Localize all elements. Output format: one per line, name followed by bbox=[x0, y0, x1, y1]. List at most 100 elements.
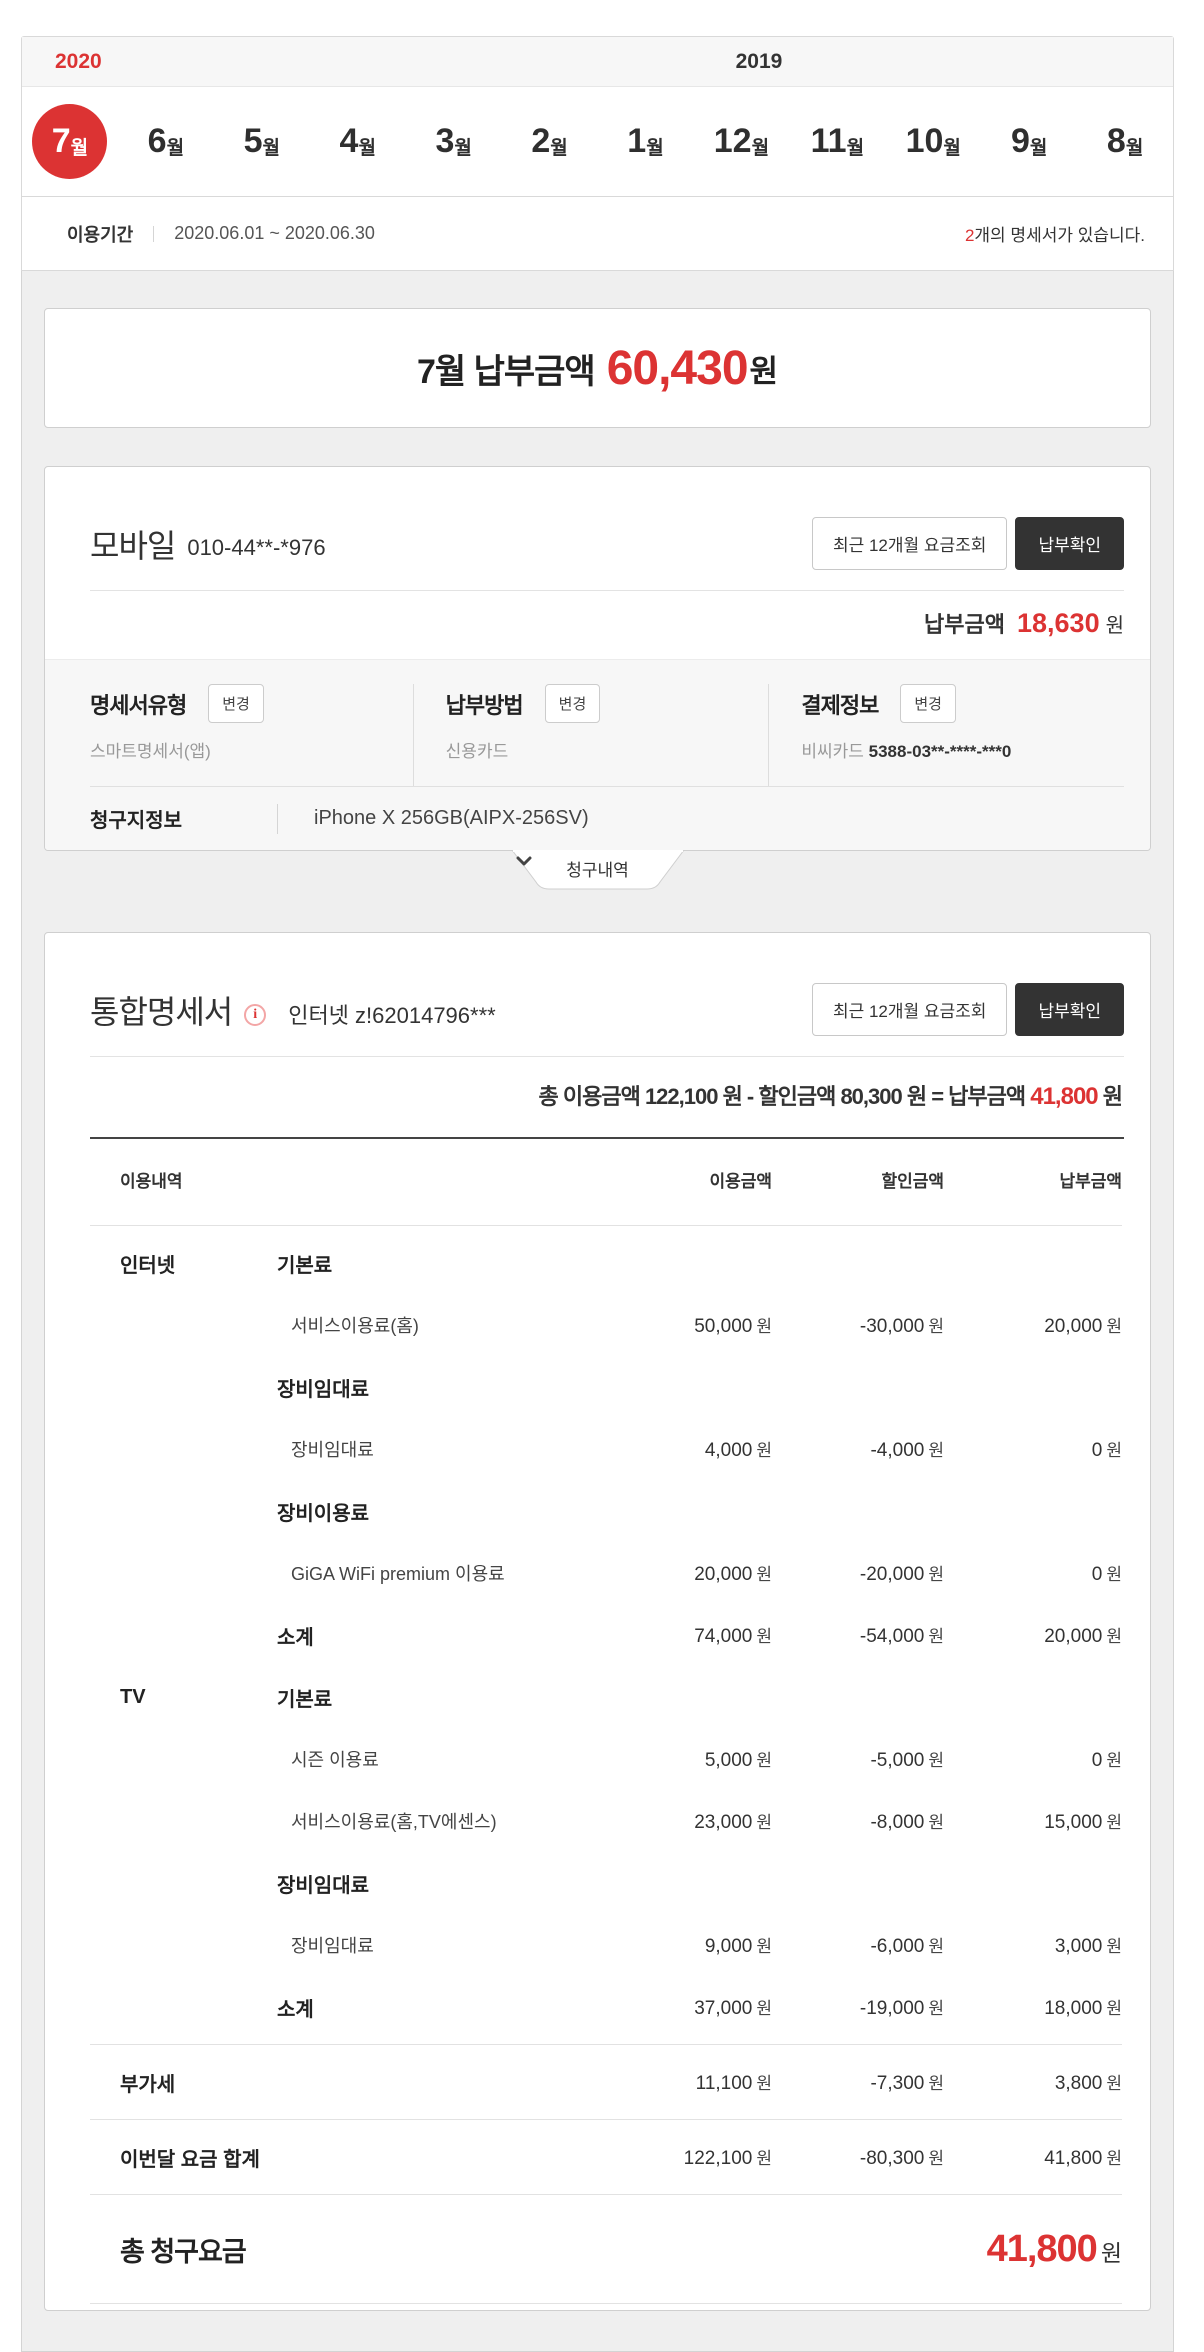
amount-number: 3,800 bbox=[1055, 2073, 1103, 2094]
month-tab-12[interactable]: 12월 bbox=[693, 122, 789, 161]
discount-amount: -6,000원 bbox=[772, 1932, 944, 1958]
selected-month-circle: 7월 bbox=[32, 104, 107, 179]
row-sub-label: 장비임대료 bbox=[277, 1869, 602, 1898]
month-tab-10[interactable]: 10월 bbox=[885, 122, 981, 161]
billing-detail-tab-label: 청구내역 bbox=[510, 856, 686, 881]
info-value-part: 신용카드 bbox=[446, 742, 509, 761]
row-total-label: 부가세 bbox=[120, 2068, 602, 2097]
amount-unit: 원 bbox=[928, 1317, 944, 1336]
amount-unit: 원 bbox=[1106, 1627, 1122, 1646]
month-number: 9 bbox=[1011, 122, 1030, 161]
usage-period-label: 이용기간 bbox=[67, 221, 133, 247]
usage-amount: 122,100원 bbox=[602, 2144, 772, 2170]
row-item-label: 장비임대료 bbox=[277, 1932, 602, 1958]
month-tab-1[interactable]: 1월 bbox=[598, 122, 694, 161]
discount-amount: -20,000원 bbox=[772, 1560, 944, 1586]
table-row: 부가세11,100원-7,300원3,800원 bbox=[120, 2051, 1122, 2113]
row-item-label: GiGA WiFi premium 이용료 bbox=[277, 1560, 602, 1586]
column-header: 이용내역 bbox=[120, 1167, 277, 1192]
info-value-part: 5388-03**-****-***0 bbox=[869, 742, 1012, 761]
payment-amount-label: 납부금액 bbox=[924, 607, 1005, 639]
month-tab-2[interactable]: 2월 bbox=[502, 122, 598, 161]
change-button[interactable]: 변경 bbox=[545, 684, 601, 723]
mobile-card-header: 모바일 010-44**-*976 최근 12개월 요금조회 납부확인 bbox=[45, 467, 1150, 570]
amount-unit: 원 bbox=[928, 2149, 944, 2168]
row-item-label: 서비스이용료(홈) bbox=[277, 1312, 602, 1338]
info-col-2: 납부방법변경신용카드 bbox=[413, 684, 769, 786]
amount-unit: 원 bbox=[1106, 1565, 1122, 1584]
month-suffix: 월 bbox=[752, 133, 769, 160]
statement-header-buttons: 최근 12개월 요금조회 납부확인 bbox=[812, 983, 1124, 1036]
amount-unit: 원 bbox=[1106, 1999, 1122, 2018]
column-header: 납부금액 bbox=[944, 1167, 1122, 1192]
month-tab-11[interactable]: 11월 bbox=[789, 122, 885, 161]
amount-unit: 원 bbox=[1106, 1317, 1122, 1336]
amount-number: -5,000 bbox=[870, 1750, 924, 1771]
amount-unit: 원 bbox=[756, 2149, 772, 2168]
row-sub-label: 장비이용료 bbox=[277, 1497, 602, 1526]
info-col-value: 스마트명세서(앱) bbox=[90, 737, 393, 786]
usage-amount: 50,000원 bbox=[602, 1312, 772, 1338]
row-sub-label: 기본료 bbox=[277, 1249, 602, 1278]
info-icon[interactable]: i bbox=[244, 1004, 266, 1026]
info-col-value: 비씨카드 5388-03**-****-***0 bbox=[801, 737, 1104, 786]
recent-12month-charges-button[interactable]: 최근 12개월 요금조회 bbox=[812, 517, 1007, 570]
billing-detail-tab[interactable]: 청구내역 bbox=[510, 850, 686, 890]
integrated-statement-card: 통합명세서 i 인터넷 z!62014796*** 최근 12개월 요금조회 납… bbox=[44, 932, 1151, 2311]
amount-number: 5,000 bbox=[705, 1750, 753, 1771]
row-sub-label: 장비임대료 bbox=[277, 1373, 602, 1402]
year-label-2020: 2020 bbox=[55, 50, 102, 74]
banner-amount: 60,430 bbox=[607, 341, 748, 396]
banner-unit: 원 bbox=[750, 346, 779, 391]
recent-12month-charges-button[interactable]: 최근 12개월 요금조회 bbox=[812, 983, 1007, 1036]
month-tab-3[interactable]: 3월 bbox=[406, 122, 502, 161]
chevron-down-icon bbox=[516, 856, 532, 866]
change-button[interactable]: 변경 bbox=[900, 684, 956, 723]
month-tab-6[interactable]: 6월 bbox=[118, 122, 214, 161]
summary-text: 총 이용금액 122,100 원 - 할인금액 80,300 원 = 납부금액 bbox=[539, 1079, 1031, 1111]
amount-number: 0 bbox=[1092, 1564, 1103, 1585]
column-header: 이용금액 bbox=[602, 1167, 772, 1192]
month-tab-7[interactable]: 7월 bbox=[22, 104, 118, 179]
month-number: 10 bbox=[906, 122, 944, 161]
billing-container: 7월 납부금액 60,430 원 모바일 010-44**-*976 최근 12… bbox=[21, 271, 1174, 2352]
amount-unit: 원 bbox=[756, 1813, 772, 1832]
month-number: 1 bbox=[627, 122, 646, 161]
amount-unit: 원 bbox=[1106, 2074, 1122, 2093]
month-number: 5 bbox=[244, 122, 263, 161]
table-row: 장비임대료 bbox=[120, 1852, 1122, 1914]
payment-confirm-button[interactable]: 납부확인 bbox=[1015, 983, 1124, 1036]
amount-number: -80,300 bbox=[860, 2148, 924, 2169]
amount-number: -6,000 bbox=[870, 1936, 924, 1957]
info-title-row: 결제정보변경 bbox=[801, 684, 1104, 723]
billing-info-value: iPhone X 256GB(AIPX-256SV) bbox=[314, 807, 589, 830]
row-subtotal-label: 소계 bbox=[277, 1993, 602, 2022]
month-tab-4[interactable]: 4월 bbox=[310, 122, 406, 161]
mobile-payment-row: 납부금액 18,630 원 bbox=[45, 591, 1150, 659]
table-row: 장비임대료9,000원-6,000원3,000원 bbox=[120, 1914, 1122, 1976]
amount-unit: 원 bbox=[928, 1937, 944, 1956]
month-suffix: 월 bbox=[71, 133, 88, 160]
month-suffix: 월 bbox=[847, 133, 864, 160]
statement-card-header: 통합명세서 i 인터넷 z!62014796*** 최근 12개월 요금조회 납… bbox=[45, 933, 1150, 1036]
month-tab-8[interactable]: 8월 bbox=[1077, 122, 1173, 161]
payment-confirm-button[interactable]: 납부확인 bbox=[1015, 517, 1124, 570]
amount-number: -4,000 bbox=[870, 1440, 924, 1461]
month-number: 12 bbox=[714, 122, 752, 161]
statement-count-note: 2개의 명세서가 있습니다. bbox=[965, 221, 1145, 246]
row-item-label: 장비임대료 bbox=[277, 1436, 602, 1462]
month-number: 7 bbox=[52, 122, 71, 161]
mobile-section-card: 모바일 010-44**-*976 최근 12개월 요금조회 납부확인 납부금액… bbox=[44, 466, 1151, 851]
amount-unit: 원 bbox=[756, 1999, 772, 2018]
month-tab-5[interactable]: 5월 bbox=[214, 122, 310, 161]
payment-amount: 41,800원 bbox=[944, 2144, 1122, 2170]
internet-service-id: 인터넷 z!62014796*** bbox=[288, 998, 496, 1030]
divider bbox=[90, 2303, 1122, 2304]
month-tab-9[interactable]: 9월 bbox=[981, 122, 1077, 161]
amount-unit: 원 bbox=[1106, 1937, 1122, 1956]
row-item-label: 서비스이용료(홈,TV에센스) bbox=[277, 1808, 602, 1834]
divider bbox=[90, 2119, 1122, 2120]
table-row: 소계74,000원-54,000원20,000원 bbox=[120, 1604, 1122, 1666]
month-suffix: 월 bbox=[263, 133, 280, 160]
change-button[interactable]: 변경 bbox=[208, 684, 264, 723]
